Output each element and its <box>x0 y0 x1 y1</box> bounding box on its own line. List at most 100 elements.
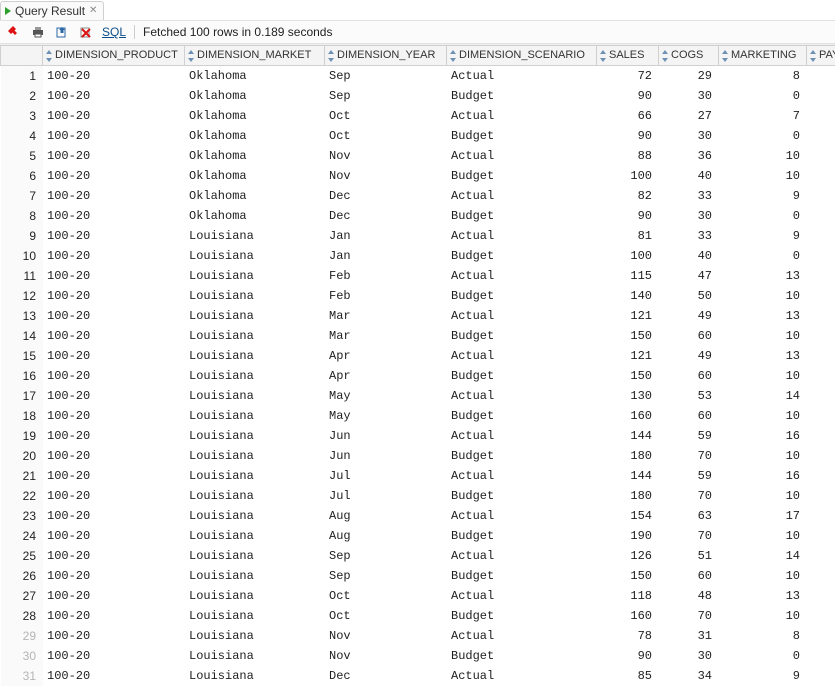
export-icon[interactable] <box>54 24 70 40</box>
cell-market[interactable]: Louisiana <box>185 426 325 446</box>
cell-product[interactable]: 100-20 <box>43 526 185 546</box>
cell-product[interactable]: 100-20 <box>43 466 185 486</box>
cell-sales[interactable]: 154 <box>597 506 659 526</box>
cell-product[interactable]: 100-20 <box>43 426 185 446</box>
cell-market[interactable]: Louisiana <box>185 466 325 486</box>
cell-product[interactable]: 100-20 <box>43 546 185 566</box>
cell-product[interactable]: 100-20 <box>43 126 185 146</box>
cell-market[interactable]: Louisiana <box>185 566 325 586</box>
row-number-cell[interactable]: 3 <box>1 106 43 126</box>
cell-sales[interactable]: 160 <box>597 406 659 426</box>
cell-marketing[interactable]: 10 <box>719 326 807 346</box>
cell-marketing[interactable]: 14 <box>719 546 807 566</box>
row-number-cell[interactable]: 21 <box>1 466 43 486</box>
row-number-cell[interactable]: 11 <box>1 266 43 286</box>
cell-product[interactable]: 100-20 <box>43 386 185 406</box>
cell-sales[interactable]: 90 <box>597 86 659 106</box>
cell-year[interactable]: Jul <box>325 486 447 506</box>
cell-pay[interactable] <box>807 286 835 306</box>
cell-scenario[interactable]: Budget <box>447 566 597 586</box>
cell-market[interactable]: Oklahoma <box>185 146 325 166</box>
cell-marketing[interactable]: 0 <box>719 206 807 226</box>
cell-scenario[interactable]: Actual <box>447 106 597 126</box>
cell-year[interactable]: Sep <box>325 66 447 86</box>
row-number-cell[interactable]: 5 <box>1 146 43 166</box>
cell-year[interactable]: Jan <box>325 226 447 246</box>
cell-cogs[interactable]: 70 <box>659 486 719 506</box>
cell-year[interactable]: Sep <box>325 86 447 106</box>
cell-product[interactable]: 100-20 <box>43 306 185 326</box>
table-row[interactable]: 18100-20LouisianaMayBudget1606010 <box>1 406 835 426</box>
table-row[interactable]: 19100-20LouisianaJunActual1445916 <box>1 426 835 446</box>
cell-product[interactable]: 100-20 <box>43 446 185 466</box>
cell-market[interactable]: Louisiana <box>185 286 325 306</box>
row-number-cell[interactable]: 19 <box>1 426 43 446</box>
cell-sales[interactable]: 150 <box>597 366 659 386</box>
cell-year[interactable]: Sep <box>325 546 447 566</box>
cell-year[interactable]: Jan <box>325 246 447 266</box>
cell-pay[interactable] <box>807 586 835 606</box>
cell-year[interactable]: Oct <box>325 126 447 146</box>
cell-pay[interactable] <box>807 546 835 566</box>
cell-scenario[interactable]: Budget <box>447 406 597 426</box>
cell-pay[interactable] <box>807 406 835 426</box>
cell-marketing[interactable]: 0 <box>719 246 807 266</box>
cell-marketing[interactable]: 9 <box>719 226 807 246</box>
cell-marketing[interactable]: 8 <box>719 626 807 646</box>
row-number-cell[interactable]: 4 <box>1 126 43 146</box>
cell-scenario[interactable]: Actual <box>447 546 597 566</box>
row-number-cell[interactable]: 27 <box>1 586 43 606</box>
row-number-cell[interactable]: 18 <box>1 406 43 426</box>
cell-year[interactable]: Jun <box>325 426 447 446</box>
table-row[interactable]: 4100-20OklahomaOctBudget90300 <box>1 126 835 146</box>
cell-pay[interactable] <box>807 386 835 406</box>
cell-cogs[interactable]: 49 <box>659 306 719 326</box>
cell-year[interactable]: Oct <box>325 586 447 606</box>
cell-product[interactable]: 100-20 <box>43 666 185 686</box>
row-number-cell[interactable]: 15 <box>1 346 43 366</box>
cell-sales[interactable]: 88 <box>597 146 659 166</box>
cell-scenario[interactable]: Actual <box>447 66 597 86</box>
cell-market[interactable]: Louisiana <box>185 506 325 526</box>
cell-product[interactable]: 100-20 <box>43 506 185 526</box>
cell-cogs[interactable]: 60 <box>659 326 719 346</box>
cell-product[interactable]: 100-20 <box>43 626 185 646</box>
cell-market[interactable]: Louisiana <box>185 586 325 606</box>
cell-cogs[interactable]: 33 <box>659 186 719 206</box>
table-row[interactable]: 28100-20LouisianaOctBudget1607010 <box>1 606 835 626</box>
cell-cogs[interactable]: 60 <box>659 566 719 586</box>
cell-cogs[interactable]: 48 <box>659 586 719 606</box>
cell-sales[interactable]: 100 <box>597 246 659 266</box>
table-row[interactable]: 7100-20OklahomaDecActual82339 <box>1 186 835 206</box>
cell-pay[interactable] <box>807 366 835 386</box>
cell-scenario[interactable]: Actual <box>447 466 597 486</box>
cell-market[interactable]: Louisiana <box>185 386 325 406</box>
cell-pay[interactable] <box>807 186 835 206</box>
cell-market[interactable]: Louisiana <box>185 406 325 426</box>
column-header[interactable]: SALES <box>597 46 659 66</box>
cell-cogs[interactable]: 47 <box>659 266 719 286</box>
cell-pay[interactable] <box>807 166 835 186</box>
cell-market[interactable]: Louisiana <box>185 366 325 386</box>
cell-product[interactable]: 100-20 <box>43 566 185 586</box>
cell-market[interactable]: Louisiana <box>185 486 325 506</box>
cell-marketing[interactable]: 13 <box>719 266 807 286</box>
cell-market[interactable]: Louisiana <box>185 446 325 466</box>
table-row[interactable]: 5100-20OklahomaNovActual883610 <box>1 146 835 166</box>
cell-marketing[interactable]: 9 <box>719 186 807 206</box>
cell-product[interactable]: 100-20 <box>43 86 185 106</box>
cell-scenario[interactable]: Budget <box>447 486 597 506</box>
row-number-cell[interactable]: 22 <box>1 486 43 506</box>
cell-scenario[interactable]: Budget <box>447 326 597 346</box>
column-header[interactable]: DIMENSION_PRODUCT <box>43 46 185 66</box>
cell-scenario[interactable]: Budget <box>447 526 597 546</box>
cell-product[interactable]: 100-20 <box>43 366 185 386</box>
cell-product[interactable]: 100-20 <box>43 66 185 86</box>
cell-market[interactable]: Louisiana <box>185 346 325 366</box>
cell-market[interactable]: Louisiana <box>185 526 325 546</box>
cell-product[interactable]: 100-20 <box>43 586 185 606</box>
cell-year[interactable]: Dec <box>325 206 447 226</box>
cell-year[interactable]: Sep <box>325 566 447 586</box>
cell-year[interactable]: Feb <box>325 286 447 306</box>
cell-marketing[interactable]: 13 <box>719 346 807 366</box>
